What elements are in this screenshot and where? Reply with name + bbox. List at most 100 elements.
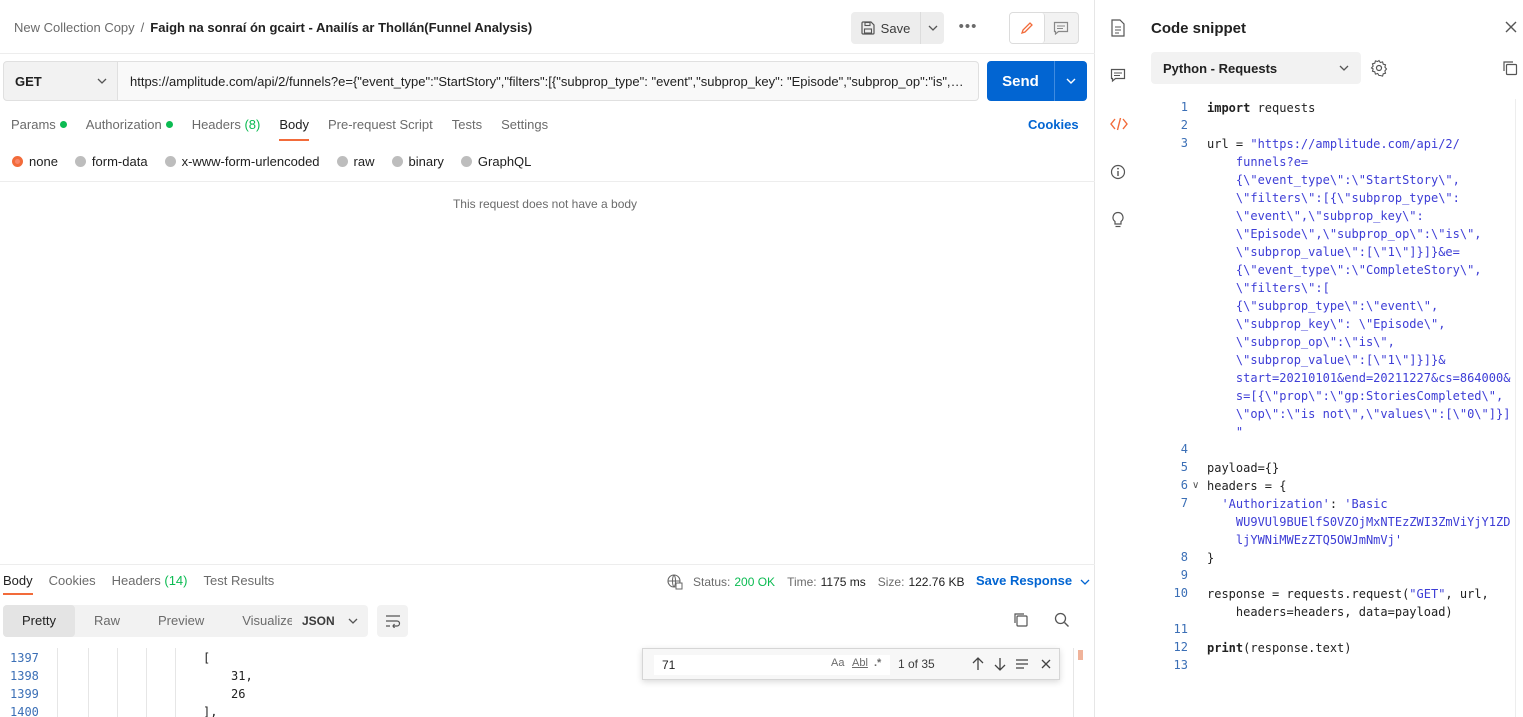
arrow-up-icon[interactable] <box>971 656 985 672</box>
copy-response-button[interactable] <box>1012 611 1030 632</box>
search-response-button[interactable] <box>1053 611 1071 632</box>
radio-graphql[interactable]: GraphQL <box>460 154 531 169</box>
code-line: ljYWNiMWEzZTQ5OWJmNmVj' <box>1207 531 1402 549</box>
chevron-down-icon <box>348 618 358 624</box>
match-case-toggle[interactable]: Aa <box>831 657 844 669</box>
tab-params[interactable]: Params <box>11 109 67 141</box>
tab-body[interactable]: Body <box>279 109 309 141</box>
tab-tests[interactable]: Tests <box>452 109 482 141</box>
save-button[interactable]: Save <box>851 12 920 44</box>
line-number: 11 <box>1173 622 1188 636</box>
status-dot <box>59 121 67 128</box>
code-token: \"event\",\"subprop_key\": <box>1207 209 1424 223</box>
code-line: print(response.text) <box>1207 639 1352 657</box>
tab-tests-label: Tests <box>451 117 483 132</box>
copy-icon[interactable] <box>1502 60 1518 76</box>
code-line: 'Authorization': 'Basic <box>1207 495 1387 513</box>
whole-word-toggle[interactable]: Abl <box>852 657 868 669</box>
format-select[interactable]: JSON <box>292 605 368 637</box>
close-icon[interactable] <box>1039 656 1053 672</box>
size-value: 122.76 KB <box>908 575 965 589</box>
save-label: Save <box>880 20 911 36</box>
save-response-label: Save Response <box>976 573 1073 588</box>
radio-binary[interactable]: binary <box>391 154 444 169</box>
regex-toggle[interactable]: .* <box>874 657 881 669</box>
status-dot <box>165 121 173 128</box>
tab-settings-label: Settings <box>501 117 549 132</box>
radio-x-www-form-urlencoded[interactable]: x-www-form-urlencoded <box>164 154 320 169</box>
snippet-code-editor[interactable]: 1 import requests 2 3 url = "https://amplitu… <box>1144 99 1523 717</box>
radio-raw[interactable]: raw <box>336 154 375 169</box>
view-pretty[interactable]: Pretty <box>3 605 75 637</box>
tab-settings[interactable]: Settings <box>501 109 548 141</box>
code-token: import <box>1207 101 1251 115</box>
wrap-lines-button[interactable] <box>377 605 408 637</box>
code-token: "https://amplitude.com/api/2/ <box>1250 137 1460 151</box>
send-options-button[interactable] <box>1054 61 1087 101</box>
save-options-button[interactable] <box>920 12 944 44</box>
method-select[interactable]: GET <box>3 61 118 101</box>
code-token: {\"subprop_type\":\"event\", <box>1207 299 1439 313</box>
tab-authorization[interactable]: Authorization <box>86 109 173 141</box>
globe-icon[interactable] <box>667 574 683 590</box>
time-label: Time: <box>787 575 817 589</box>
close-icon[interactable] <box>1504 20 1518 34</box>
documentation-icon[interactable] <box>1110 19 1126 37</box>
line-number: 1399 <box>10 687 39 701</box>
gear-icon[interactable] <box>1370 59 1388 77</box>
code-token: response = requests.request( <box>1207 587 1410 601</box>
code-icon[interactable] <box>1110 117 1128 131</box>
radio-label: form-data <box>91 153 148 169</box>
find-match-count: 1 of 35 <box>898 657 935 671</box>
status-value: 200 OK <box>734 575 776 589</box>
code-line: url = "https://amplitude.com/api/2/ <box>1207 135 1460 153</box>
radio-none[interactable]: none <box>12 154 58 169</box>
method-value: GET <box>15 73 42 89</box>
language-select[interactable]: Python - Requests <box>1151 52 1361 84</box>
response-tab-headers[interactable]: Headers (14) <box>112 573 188 595</box>
code-token: \"Episode\",\"subprop_op\":\"is\", <box>1207 227 1482 241</box>
request-name[interactable]: Faigh na sonraí ón gcairt - Anailís ar T… <box>150 20 532 35</box>
url-input[interactable]: https://amplitude.com/api/2/funnels?e={"… <box>118 61 979 101</box>
response-tab-body[interactable]: Body <box>3 573 33 595</box>
save-response-button[interactable]: Save Response <box>976 573 1090 588</box>
response-tab-cookies[interactable]: Cookies <box>49 573 96 595</box>
arrow-down-icon[interactable] <box>993 656 1007 672</box>
save-icon <box>861 21 875 35</box>
find-in-selection-icon[interactable] <box>1014 656 1030 672</box>
send-button[interactable]: Send <box>987 61 1054 101</box>
response-tab-test-results[interactable]: Test Results <box>204 573 275 595</box>
view-preview[interactable]: Preview <box>139 605 223 637</box>
breadcrumb-collection[interactable]: New Collection Copy <box>14 20 135 35</box>
code-token: \"subprop_op\":\"is\", <box>1207 335 1395 349</box>
code-line: \"subprop_op\":\"is\", <box>1207 333 1395 351</box>
search-match-marker <box>1078 650 1083 660</box>
pencil-icon <box>1020 22 1033 35</box>
comments-icon[interactable] <box>1110 68 1126 84</box>
radio-form-data[interactable]: form-data <box>74 153 148 169</box>
code-line: {\"event_type\":\"StartStory\", <box>1207 171 1460 189</box>
lightbulb-icon[interactable] <box>1110 211 1126 229</box>
save-group: Save <box>851 12 944 44</box>
vertical-scrollbar[interactable] <box>1515 99 1523 717</box>
radio-label: none <box>29 153 58 169</box>
cookies-link[interactable]: Cookies <box>1028 117 1079 132</box>
indent-guide <box>146 648 147 717</box>
line-number: 4 <box>1180 442 1188 456</box>
info-icon[interactable] <box>1110 164 1126 180</box>
code-line: \"subprop_value\":[\"1\"]}]}& <box>1207 351 1446 369</box>
view-raw[interactable]: Raw <box>75 605 139 637</box>
tab-prerequest-script[interactable]: Pre-request Script <box>328 109 433 141</box>
edit-mode-button[interactable] <box>1010 13 1045 43</box>
fold-chevron-icon[interactable]: ∨ <box>1192 480 1199 491</box>
code-token: (response.text) <box>1243 641 1352 655</box>
code-line: headers=headers, data=payload) <box>1207 603 1453 621</box>
response-view-tabs: Pretty Raw Preview Visualize <box>3 605 314 637</box>
code-token: {\"event_type\":\"CompleteStory\", <box>1207 263 1482 277</box>
line-number: 9 <box>1180 568 1188 582</box>
comment-mode-button[interactable] <box>1045 13 1079 43</box>
tab-headers[interactable]: Headers (8) <box>192 109 261 141</box>
more-actions-button[interactable]: ••• <box>956 18 980 38</box>
request-pane: New Collection Copy / Faigh na sonraí ón g… <box>0 0 1095 717</box>
